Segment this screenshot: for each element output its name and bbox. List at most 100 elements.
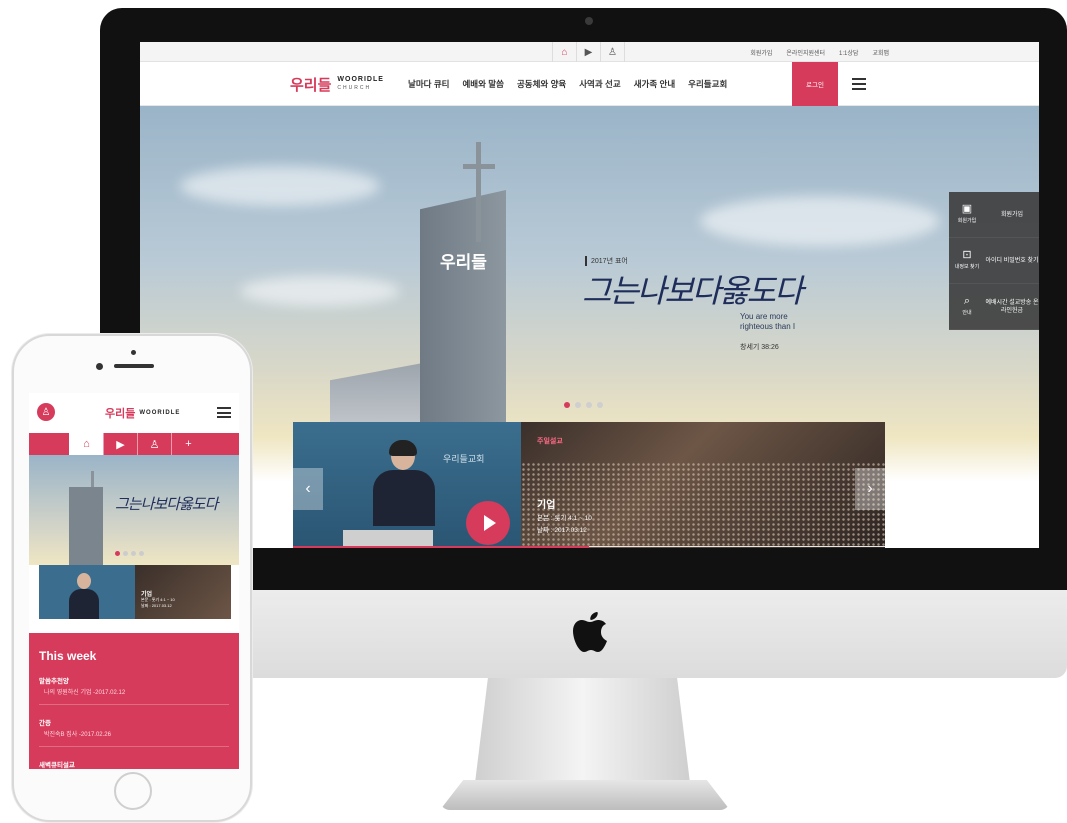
cloud (180, 166, 380, 206)
mobile-tabs: ⌂ ▶ ♙ + (29, 433, 239, 455)
list-item-sub: 박진숙B 집사 -2017.02.26 (44, 732, 111, 738)
side-item-signup[interactable]: ▣ 회원가입 회원가입 (949, 192, 1039, 238)
mobile-screen: ♙ 우리들 WOORIDLE ⌂ ▶ ♙ + 그는나보다옳도다 기업 본문: … (29, 393, 239, 769)
menu-item-worship[interactable]: 예배와 말씀 (462, 78, 503, 90)
user-icon[interactable]: ♙ (37, 403, 55, 421)
util-link-signup[interactable]: 회원가입 (750, 48, 772, 57)
login-button[interactable]: 로그인 (792, 62, 838, 106)
sermon-date: 날짜 : 2017.03.12 (537, 527, 587, 534)
logo-mark: 우리들 (105, 408, 136, 420)
menu-item-church[interactable]: 우리들교회 (688, 78, 727, 90)
slide-dot[interactable] (575, 402, 581, 408)
this-week-title: This week (39, 649, 97, 663)
slide-dot[interactable] (123, 551, 128, 556)
menu-item-newcomer[interactable]: 새가족 안내 (634, 78, 675, 90)
sermon-info[interactable]: 주일설교 기업 본문 : 룻기 4:1 ~ 10 날짜 : 2017.03.12 (521, 422, 885, 548)
utility-links: 회원가입 온라인지원센터 1:1상담 교회맵 (750, 42, 889, 62)
side-item-icon-label: 내정보 찾기 (954, 263, 980, 270)
list-item[interactable]: 새벽큐티설교 (39, 759, 229, 769)
slide-dot[interactable] (115, 551, 120, 556)
video-icon[interactable]: ▶ (577, 42, 601, 62)
logo-mark: 우리들 (290, 76, 332, 94)
mobile-pagination (115, 551, 144, 556)
section-indicator (293, 546, 589, 548)
list-item-title: 새벽큐티설교 (39, 762, 75, 769)
slide-dot[interactable] (597, 402, 603, 408)
cloud (700, 196, 940, 246)
mobile-calligraphy: 그는나보다옳도다 (115, 495, 218, 513)
play-icon[interactable] (466, 501, 510, 545)
imac-stand-base (440, 780, 730, 810)
congregation-image (521, 462, 885, 548)
tower-badge: 우리들 (440, 253, 487, 272)
church-tower (420, 190, 506, 430)
user-icon[interactable]: ♙ (137, 433, 171, 455)
list-item[interactable]: 간증 박진숙B 집사 -2017.02.26 (39, 717, 229, 747)
hero-pagination (564, 402, 603, 408)
imac-camera (585, 17, 593, 25)
hero-reference: 창세기 38:26 (740, 344, 779, 351)
util-link-map[interactable]: 교회맵 (872, 48, 889, 57)
sermon-title: 기업 (537, 500, 556, 511)
hamburger-icon[interactable] (852, 78, 866, 90)
mobile-header: ♙ 우리들 WOORIDLE (29, 393, 239, 433)
util-link-counsel[interactable]: 1:1상담 (839, 48, 858, 57)
site-logo[interactable]: 우리들 WOORIDLE CHURCH (290, 72, 384, 96)
section-divider (589, 546, 885, 547)
side-item-guide[interactable]: ⌕ 안내 예배시간 설교방송 온라인헌금 (949, 284, 1039, 330)
chevron-left-icon[interactable]: ‹ (293, 468, 323, 510)
user-icon[interactable]: ♙ (601, 42, 625, 62)
cross-icon (476, 142, 481, 242)
home-button[interactable] (114, 772, 152, 810)
logo-text: WOORIDLE CHURCH (337, 76, 384, 92)
primary-menu: 날마다 큐티 예배와 말씀 공동체와 양육 사역과 선교 새가족 안내 우리들교… (408, 62, 727, 106)
chevron-right-icon[interactable]: › (855, 468, 885, 510)
mobile-sermon-info: 기업 본문 : 룻기 4:1 ~ 10 날짜 : 2017.03.12 (135, 565, 231, 619)
sermon-text: 본문 : 룻기 4:1 ~ 10 (537, 515, 592, 522)
mobile-sermon-text: 본문 : 룻기 4:1 ~ 10 날짜 : 2017.03.12 (141, 597, 175, 609)
slide-dot[interactable] (564, 402, 570, 408)
phone-speaker (114, 364, 154, 368)
mobile-sermon-panel[interactable]: 기업 본문 : 룻기 4:1 ~ 10 날짜 : 2017.03.12 (39, 565, 231, 619)
list-item[interactable]: 말씀추천양 나의 영원하신 기업 -2017.02.12 (39, 675, 229, 705)
plus-icon[interactable]: + (171, 433, 205, 455)
menu-item-qt[interactable]: 날마다 큐티 (408, 78, 449, 90)
monitor-icon: ▣ 회원가입 (949, 203, 985, 227)
iphone-device: ♙ 우리들 WOORIDLE ⌂ ▶ ♙ + 그는나보다옳도다 기업 본문: … (12, 334, 252, 822)
logo-subtitle: CHURCH (337, 85, 372, 91)
main-nav: 우리들 WOORIDLE CHURCH 날마다 큐티 예배와 말씀 공동체와 양… (140, 62, 1039, 106)
church-tower (69, 487, 103, 565)
sermon-video-panel: 우리들교회 주일설교 기업 본문 : 룻기 4:1 ~ 10 날짜 : 2017… (293, 422, 885, 548)
church-sign: 우리들교회 (443, 454, 485, 464)
hero-year-label: 2017년 표어 (585, 256, 628, 266)
side-item-label: 아이디 비밀번호 찾기 (985, 257, 1039, 264)
util-link-support[interactable]: 온라인지원센터 (786, 48, 825, 57)
mobile-logo[interactable]: 우리들 WOORIDLE (105, 405, 180, 421)
apple-logo-icon (573, 612, 607, 652)
slide-dot[interactable] (131, 551, 136, 556)
home-icon[interactable]: ⌂ (69, 433, 103, 455)
logo-title: WOORIDLE (139, 410, 181, 416)
id-card-icon: ⊡ 내정보 찾기 (949, 249, 985, 273)
menu-item-community[interactable]: 공동체와 양육 (517, 78, 566, 90)
home-icon[interactable]: ⌂ (553, 42, 577, 62)
logo-title: WOORIDLE (337, 76, 384, 83)
side-item-label: 예배시간 설교방송 온라인헌금 (985, 299, 1039, 314)
side-item-find-account[interactable]: ⊡ 내정보 찾기 아이디 비밀번호 찾기 (949, 238, 1039, 284)
this-week-section: This week 말씀추천양 나의 영원하신 기업 -2017.02.12 간… (29, 633, 239, 769)
mobile-sermon-date: 날짜 : 2017.03.12 (141, 603, 172, 608)
mobile-hero: 그는나보다옳도다 (29, 455, 239, 565)
hero-english: You are more righteous than I (740, 312, 796, 331)
menu-item-mission[interactable]: 사역과 선교 (579, 78, 620, 90)
sermon-tag: 주일설교 (537, 438, 563, 445)
side-item-icon-label: 안내 (962, 309, 972, 316)
side-item-icon-label: 회원가입 (957, 217, 977, 224)
video-icon[interactable]: ▶ (103, 433, 137, 455)
hero-banner: 우리들 2017년 표어 그는나보다옳도다 You are more right… (140, 106, 1039, 548)
search-icon: ⌕ 안내 (949, 295, 985, 319)
side-item-label: 회원가입 (1000, 211, 1024, 218)
slide-dot[interactable] (586, 402, 592, 408)
slide-dot[interactable] (139, 551, 144, 556)
hamburger-icon[interactable] (217, 407, 231, 418)
quick-side-menu: ▣ 회원가입 회원가입 ⊡ 내정보 찾기 아이디 비밀번호 찾기 ⌕ 안내 예배시간 … (949, 192, 1039, 330)
